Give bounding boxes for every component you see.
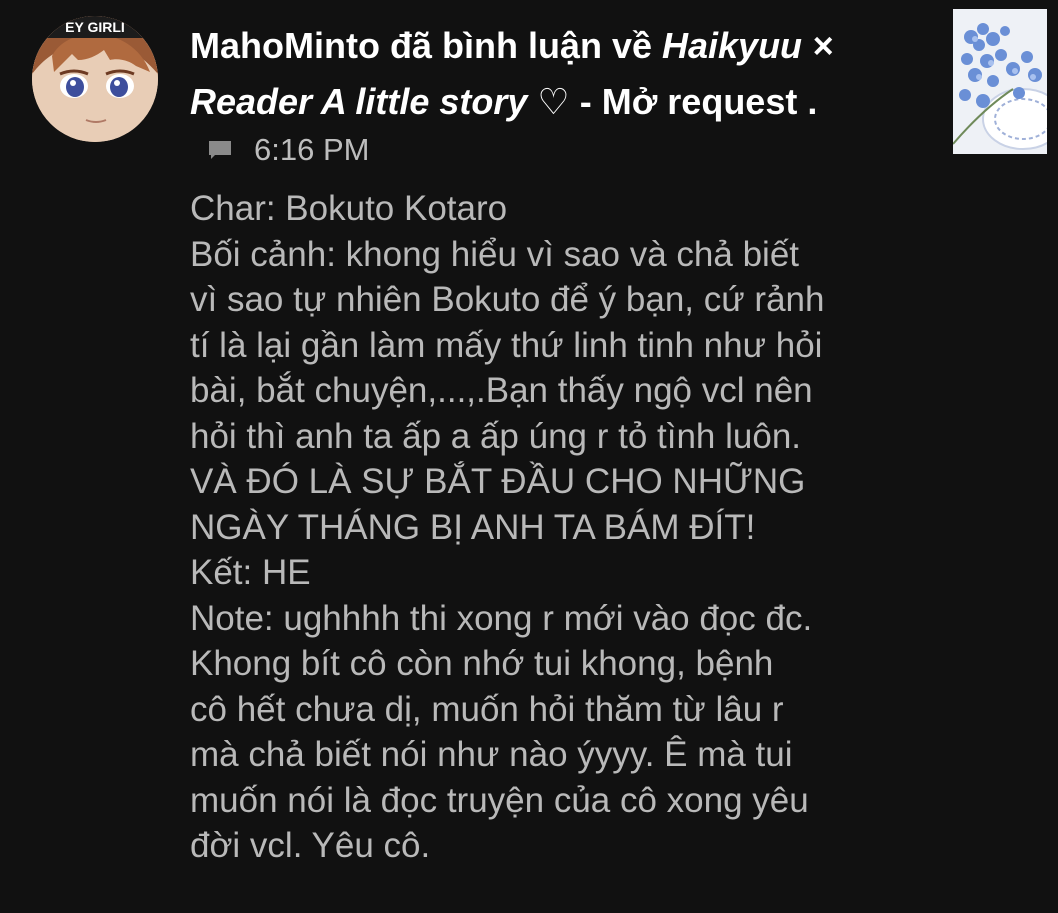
comment-line: cô hết chưa dị, muốn hỏi thăm từ lâu r: [190, 689, 784, 729]
comment-line: Kết: HE: [190, 553, 311, 592]
comment-icon: [206, 136, 234, 164]
comment-line: tí là lại gần làm mấy thứ linh tinh như …: [190, 325, 823, 365]
comment-line: đời vcl. Yêu cô.: [190, 826, 431, 865]
comment-line: hỏi thì anh ta ấp a ấp úng r tỏ tình luô…: [190, 416, 802, 456]
username-link[interactable]: MahoMinto: [190, 25, 380, 66]
comment-line: Khong bít cô còn nhớ tui khong, bệnh: [190, 644, 774, 683]
user-avatar[interactable]: EY GIRLI: [32, 16, 158, 142]
story-title-suffix[interactable]: - Mở request .: [570, 81, 818, 122]
comment-line: Bối cảnh: khong hiểu vì sao và chả biết: [190, 234, 800, 274]
comment-line: mà chả biết nói như nào ýyyy. Ê mà tui: [190, 735, 793, 774]
action-text: đã bình luận về: [379, 25, 662, 66]
comment-line: VÀ ĐÓ LÀ SỰ BẮT ĐẦU CHO NHỮNG: [190, 462, 806, 501]
comment-body: Char: Bokuto Kotaro Bối cảnh: khong hiểu …: [190, 186, 950, 869]
notification-time: 6:16 PM: [254, 132, 370, 167]
comment-line: bài, bắt chuyện,...,.Bạn thấy ngộ vcl nê…: [190, 371, 813, 410]
comment-line: Note: ughhhh thi xong r mới vào đọc đc.: [190, 598, 813, 638]
comment-line: NGÀY THÁNG BỊ ANH TA BÁM ĐÍT!: [190, 507, 756, 547]
comment-line: vì sao tự nhiên Bokuto để ý bạn, cứ rảnh: [190, 280, 825, 319]
notification-title[interactable]: MahoMinto đã bình luận về Haikyuu × Read…: [190, 18, 920, 130]
story-title-link-part2[interactable]: Reader A little story ♡: [190, 81, 570, 122]
avatar-badge-text: EY GIRLI: [65, 19, 125, 35]
comment-line: muốn nói là đọc truyện của cô xong yêu: [190, 780, 809, 820]
notification-meta: 6:16 PM: [206, 128, 369, 172]
comment-line: Char: Bokuto Kotaro: [190, 189, 508, 228]
story-title-link-part1[interactable]: Haikyuu ×: [662, 25, 833, 66]
story-cover-thumbnail[interactable]: [953, 9, 1047, 154]
